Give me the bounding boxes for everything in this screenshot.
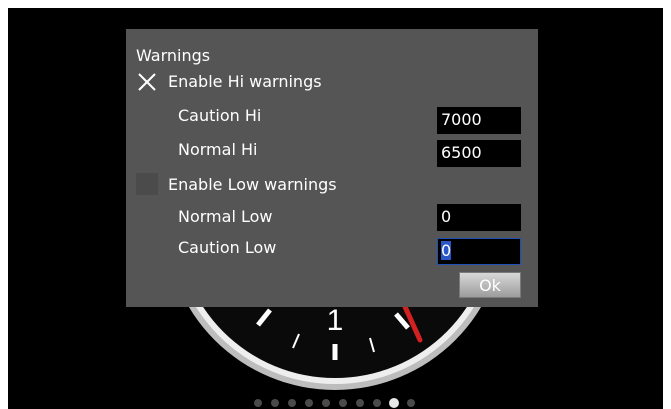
enable-hi-checkbox[interactable] [136, 71, 158, 93]
gauge-tick-label: 1 [327, 304, 344, 337]
caution-hi-value: 7000 [441, 110, 482, 129]
enable-low-label[interactable]: Enable Low warnings [168, 175, 337, 195]
enable-hi-label[interactable]: Enable Hi warnings [168, 72, 322, 92]
caution-low-label: Caution Low [178, 238, 277, 257]
caution-low-value: 0 [441, 241, 452, 260]
page-dot[interactable] [356, 399, 364, 407]
warnings-dialog: Warnings Enable Hi warnings Caution Hi 7… [126, 29, 538, 307]
page-dot[interactable] [373, 399, 381, 407]
normal-hi-value: 6500 [441, 143, 482, 162]
enable-low-checkbox[interactable] [136, 173, 158, 195]
page-dot[interactable] [271, 399, 279, 407]
page-dot[interactable] [254, 399, 262, 407]
normal-low-value: 0 [441, 207, 452, 226]
normal-hi-label: Normal Hi [178, 140, 258, 159]
ok-button[interactable]: Ok [459, 272, 521, 298]
caution-hi-label: Caution Hi [178, 106, 262, 125]
normal-low-input[interactable]: 0 [437, 204, 521, 231]
page-indicator [254, 398, 415, 408]
page-dot[interactable] [407, 399, 415, 407]
normal-hi-input[interactable]: 6500 [437, 140, 521, 167]
caution-hi-input[interactable]: 7000 [437, 107, 521, 134]
page-dot-active[interactable] [389, 398, 399, 408]
page-dot[interactable] [305, 399, 313, 407]
dialog-title: Warnings [136, 46, 211, 65]
page-dot[interactable] [288, 399, 296, 407]
screen: 1 Warnings Enable Hi warnings Caution Hi… [8, 8, 663, 409]
page-dot[interactable] [339, 399, 347, 407]
page-dot[interactable] [322, 399, 330, 407]
normal-low-label: Normal Low [178, 207, 273, 226]
caution-low-input[interactable]: 0 [437, 238, 521, 265]
